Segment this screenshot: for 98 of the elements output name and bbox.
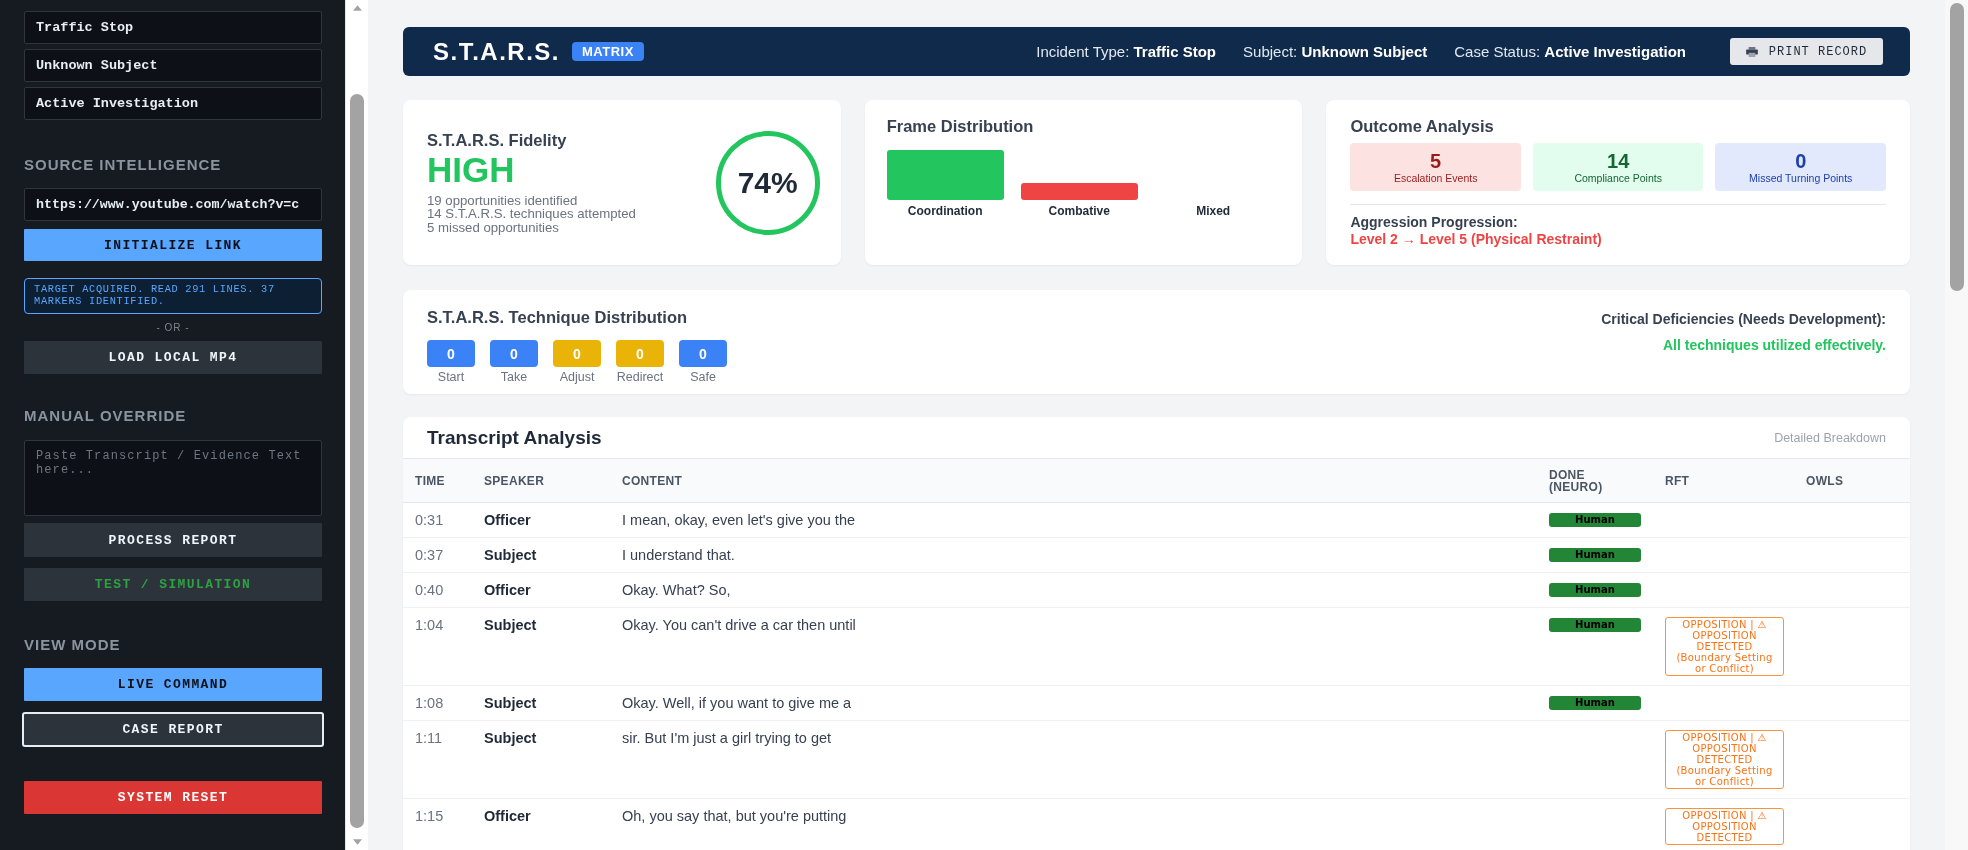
speaker-cell: Officer: [484, 512, 531, 528]
fidelity-rating: HIGH: [427, 151, 515, 188]
rft-badge: OPPOSITION | ⚠ OPPOSITION DETECTED (Boundary Setting or Conflict): [1665, 730, 1784, 789]
column-header: OWLS: [1806, 474, 1844, 487]
speaker-cell: Subject: [484, 547, 537, 563]
rft-badge: OPPOSITION | ⚠ OPPOSITION DETECTED (Boundary Setting or Conflict): [1665, 617, 1784, 676]
technique-count: 0: [553, 340, 601, 367]
case-field[interactable]: Unknown Subject: [24, 49, 322, 82]
column-header: TIME: [415, 474, 445, 487]
time-cell: 1:11: [415, 730, 443, 746]
speaker-cell: Subject: [484, 617, 537, 633]
content-cell: I mean, okay, even let's give you the: [622, 512, 856, 528]
printer-icon: [1745, 46, 1758, 57]
scrollbar-thumb[interactable]: [1949, 3, 1964, 291]
outcome-count: 14: [1607, 149, 1630, 172]
matrix-badge: MATRIX: [572, 42, 644, 61]
outcome-count: 0: [1795, 149, 1807, 172]
scrollbar[interactable]: [1945, 0, 1968, 850]
content-cell: I understand that.: [622, 547, 735, 563]
section-heading: MANUAL OVERRIDE: [24, 407, 187, 424]
content-cell: sir. But I'm just a girl trying to get: [622, 730, 832, 746]
column-header: SPEAKER: [484, 474, 545, 487]
outcome-label: Compliance Points: [1574, 171, 1662, 185]
stat-line: 19 opportunities identified: [427, 193, 578, 208]
card-subtitle: Detailed Breakdown: [1774, 430, 1886, 445]
case-field[interactable]: Active Investigation: [24, 87, 322, 120]
score-ring: 74%: [715, 130, 820, 235]
card-title: Transcript Analysis: [427, 426, 602, 449]
deficiency-text: All techniques utilized effectively.: [1663, 337, 1886, 353]
deficiency-heading: Critical Deficiencies (Needs Development):: [1601, 311, 1886, 327]
content-cell: Okay. You can't drive a car then until: [622, 617, 856, 633]
transcript-input[interactable]: Paste Transcript / Evidence Text here...: [24, 440, 322, 516]
view-mode-button[interactable]: LIVE COMMAND: [24, 668, 322, 701]
status-message: TARGET ACQUIRED. READ 291 LINES. 37 MARKERS IDENTIFIED.: [24, 278, 322, 314]
scroll-up-icon[interactable]: [352, 5, 362, 11]
speaker-cell: Officer: [484, 582, 531, 598]
progression-label: Aggression Progression:: [1350, 214, 1518, 231]
column-header: DONE (NEURO): [1549, 468, 1604, 493]
technique-label: Take: [500, 370, 528, 385]
classification-badge: Human: [1549, 583, 1641, 597]
technique-label: Safe: [690, 370, 716, 385]
stat-line: 5 missed opportunities: [427, 220, 559, 235]
scrollbar-thumb[interactable]: [350, 94, 364, 828]
technique-count: 0: [427, 340, 475, 367]
time-cell: 0:31: [415, 512, 444, 528]
outcome-count: 5: [1430, 149, 1442, 172]
print-record-button[interactable]: PRINT RECORD: [1730, 38, 1883, 65]
classification-badge: Human: [1549, 696, 1641, 710]
frame-label: Mixed: [1196, 204, 1231, 218]
card-title: S.T.A.R.S. Technique Distribution: [427, 308, 688, 327]
outcome-label: Missed Turning Points: [1749, 171, 1853, 185]
time-cell: 0:40: [415, 582, 444, 598]
content-cell: Okay. What? So,: [622, 582, 731, 598]
load-video-button[interactable]: LOAD LOCAL MP4: [24, 341, 322, 374]
speaker-cell: Officer: [484, 808, 531, 824]
content-cell: Okay. Well, if you want to give me a: [622, 695, 852, 711]
technique-label: Adjust: [559, 370, 595, 385]
test-simulation-button[interactable]: TEST / SIMULATION: [24, 568, 322, 601]
time-cell: 1:15: [415, 808, 444, 824]
process-report-button[interactable]: PROCESS REPORT: [24, 523, 322, 557]
scroll-down-icon[interactable]: [352, 839, 362, 845]
card-title: Frame Distribution: [886, 117, 1034, 136]
app-title: S.T.A.R.S.: [433, 37, 561, 66]
case-info-text: Incident Type: Traffic Stop: [1036, 43, 1217, 60]
classification-badge: Human: [1549, 513, 1641, 527]
technique-count: 0: [490, 340, 538, 367]
technique-count: 0: [679, 340, 727, 367]
frame-label: Coordination: [907, 204, 983, 218]
view-mode-button[interactable]: CASE REPORT: [22, 712, 324, 747]
frame-label: Combative: [1048, 204, 1110, 218]
section-heading: VIEW MODE: [24, 636, 121, 653]
time-cell: 1:04: [415, 617, 444, 633]
system-reset-button[interactable]: SYSTEM RESET: [24, 781, 322, 814]
technique-label: Start: [437, 370, 465, 385]
section-heading: SOURCE INTELLIGENCE: [24, 156, 222, 173]
rft-badge: OPPOSITION | ⚠ OPPOSITION DETECTED: [1665, 808, 1784, 845]
content-cell: Oh, you say that, but you're putting: [622, 808, 847, 824]
case-info-text: Case Status: Active Investigation: [1454, 43, 1686, 60]
speaker-cell: Subject: [484, 730, 537, 746]
time-cell: 1:08: [415, 695, 444, 711]
url-input[interactable]: https://www.youtube.com/watch?v=c: [24, 188, 322, 221]
classification-badge: Human: [1549, 548, 1641, 562]
time-cell: 0:37: [415, 547, 444, 563]
column-header: RFT: [1665, 474, 1690, 487]
initialize-link-button[interactable]: INITIALIZE LINK: [24, 229, 322, 261]
technique-count: 0: [616, 340, 664, 367]
card-title: S.T.A.R.S. Fidelity: [427, 130, 567, 150]
classification-badge: Human: [1549, 618, 1641, 632]
stat-line: 14 S.T.A.R.S. techniques attempted: [427, 207, 636, 221]
card-title: Outcome Analysis: [1350, 117, 1494, 136]
speaker-cell: Subject: [484, 695, 537, 711]
progression-text: Level 2 → Level 5 (Physical Restraint): [1350, 231, 1602, 248]
column-header: CONTENT: [622, 474, 683, 487]
technique-label: Redirect: [616, 370, 664, 385]
case-field[interactable]: Traffic Stop: [24, 11, 322, 44]
outcome-label: Escalation Events: [1393, 171, 1478, 185]
case-info-text: Subject: Unknown Subject: [1243, 43, 1428, 60]
or-separator: - OR -: [156, 322, 190, 334]
